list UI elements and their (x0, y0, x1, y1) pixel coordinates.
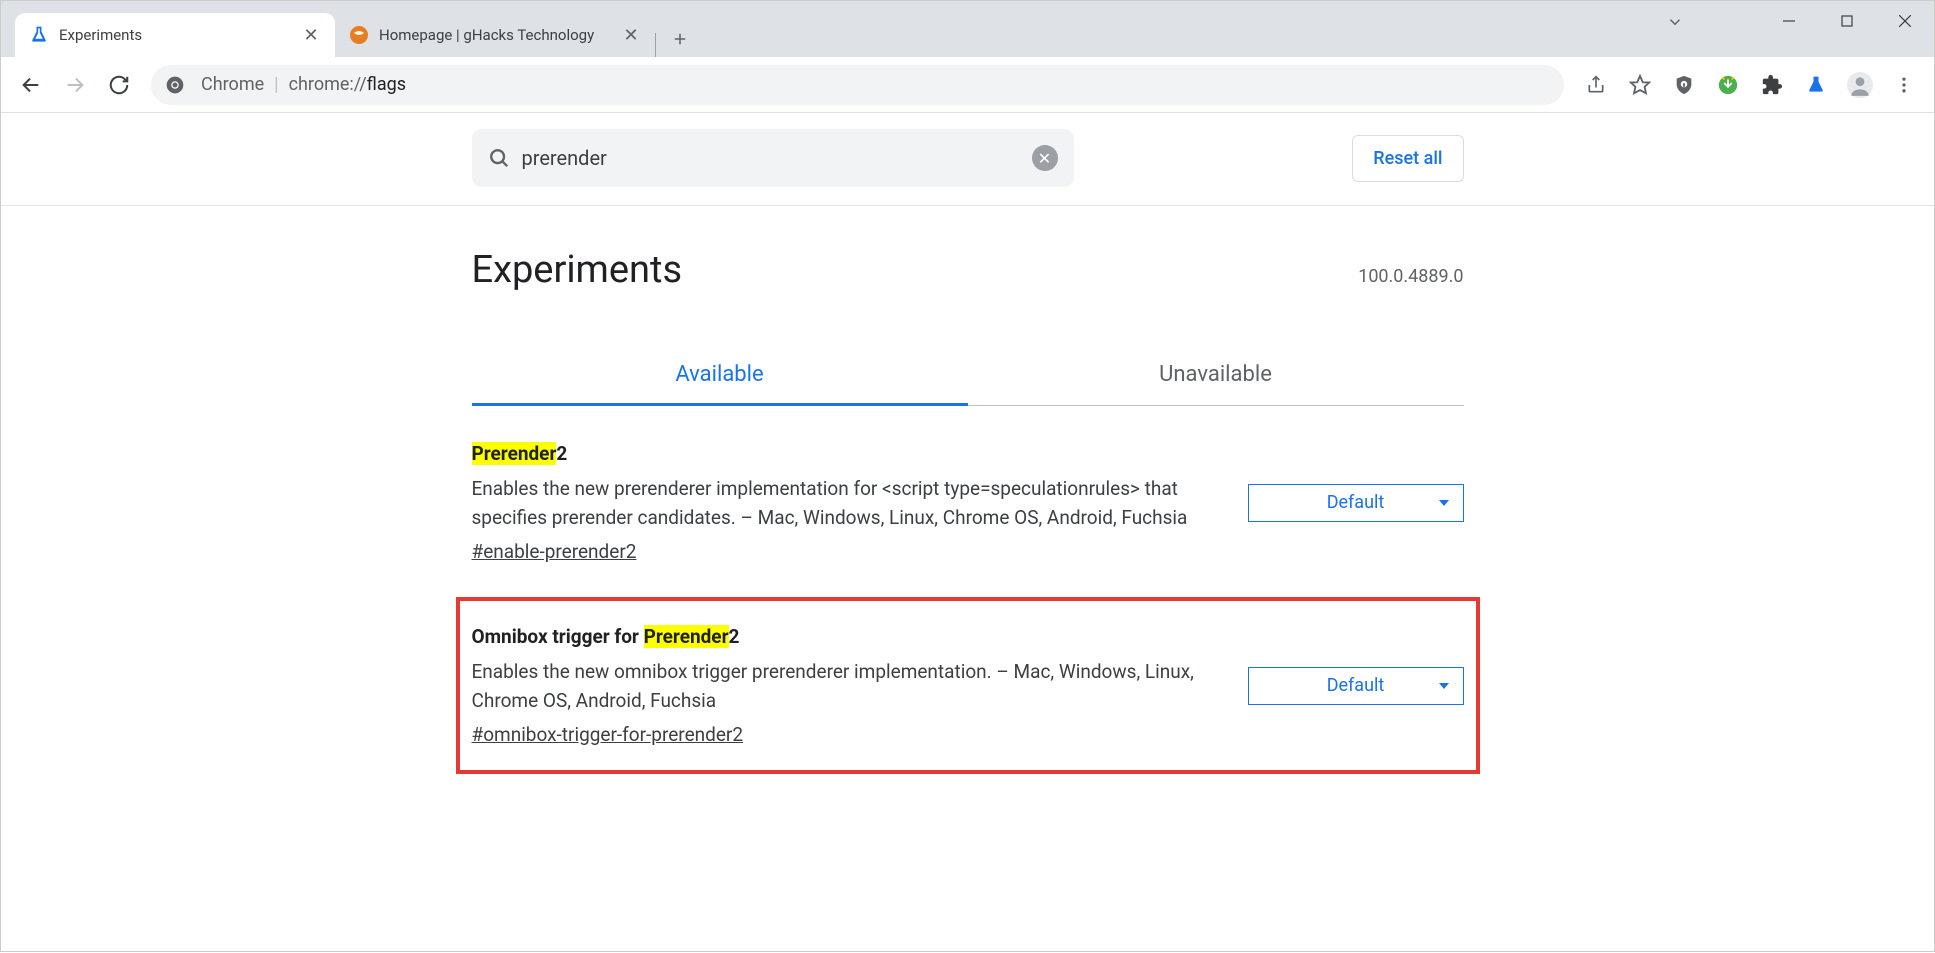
bookmark-star-icon[interactable] (1620, 65, 1660, 105)
flag-description: Enables the new omnibox trigger prerende… (472, 658, 1218, 715)
search-icon (488, 147, 510, 169)
url-separator: | (274, 74, 278, 95)
flag-state-select[interactable]: Default (1248, 667, 1464, 705)
flag-item: Omnibox trigger for Prerender2 Enables th… (456, 597, 1480, 774)
search-input[interactable] (522, 146, 1032, 170)
flag-title: Prerender2 (472, 442, 1218, 465)
close-icon[interactable]: ✕ (621, 25, 641, 45)
ublock-icon[interactable] (1664, 65, 1704, 105)
idm-icon[interactable] (1708, 65, 1748, 105)
profile-avatar[interactable] (1840, 65, 1880, 105)
tablist-dropdown-icon[interactable] (1666, 13, 1684, 31)
tab-title: Experiments (59, 26, 301, 44)
titlebar: Experiments ✕ Homepage | gHacks Technolo… (1, 1, 1934, 57)
back-button[interactable] (11, 65, 51, 105)
share-icon[interactable] (1576, 65, 1616, 105)
flag-item: Prerender2 Enables the new prerenderer im… (472, 406, 1464, 579)
flag-anchor-link[interactable]: #enable-prerender2 (472, 540, 637, 563)
tab-separator (655, 33, 656, 57)
flag-anchor-link[interactable]: #omnibox-trigger-for-prerender2 (472, 723, 744, 746)
browser-tab-0[interactable]: Experiments ✕ (15, 13, 335, 57)
chrome-icon (165, 75, 185, 95)
extensions-icon[interactable] (1752, 65, 1792, 105)
address-bar[interactable]: Chrome | chrome://flags (151, 65, 1564, 105)
reload-button[interactable] (99, 65, 139, 105)
window-close-button[interactable] (1876, 1, 1934, 41)
forward-button[interactable] (55, 65, 95, 105)
tab-title: Homepage | gHacks Technology (379, 26, 621, 44)
chrome-version: 100.0.4889.0 (1358, 266, 1463, 287)
tab-available[interactable]: Available (472, 346, 968, 406)
flag-description: Enables the new prerenderer implementati… (472, 475, 1218, 532)
url-label: Chrome (201, 74, 264, 95)
flag-title: Omnibox trigger for Prerender2 (472, 625, 1218, 648)
new-tab-button[interactable] (662, 21, 698, 57)
flag-state-select[interactable]: Default (1248, 484, 1464, 522)
toolbar: Chrome | chrome://flags (1, 57, 1934, 113)
flags-search-box[interactable]: ✕ (472, 129, 1074, 187)
page-title: Experiments (472, 248, 683, 292)
flask-icon (29, 25, 49, 45)
menu-icon[interactable] (1884, 65, 1924, 105)
close-icon[interactable]: ✕ (301, 25, 321, 45)
tab-unavailable[interactable]: Unavailable (968, 346, 1464, 405)
url-scheme: chrome:// (289, 74, 367, 95)
labs-icon[interactable] (1796, 65, 1836, 105)
url-path: flags (367, 74, 406, 95)
ghacks-icon (349, 25, 369, 45)
window-maximize-button[interactable] (1818, 1, 1876, 41)
window-minimize-button[interactable] (1760, 1, 1818, 41)
reset-all-button[interactable]: Reset all (1352, 135, 1463, 182)
browser-tab-1[interactable]: Homepage | gHacks Technology ✕ (335, 13, 655, 57)
clear-search-icon[interactable]: ✕ (1032, 145, 1058, 171)
